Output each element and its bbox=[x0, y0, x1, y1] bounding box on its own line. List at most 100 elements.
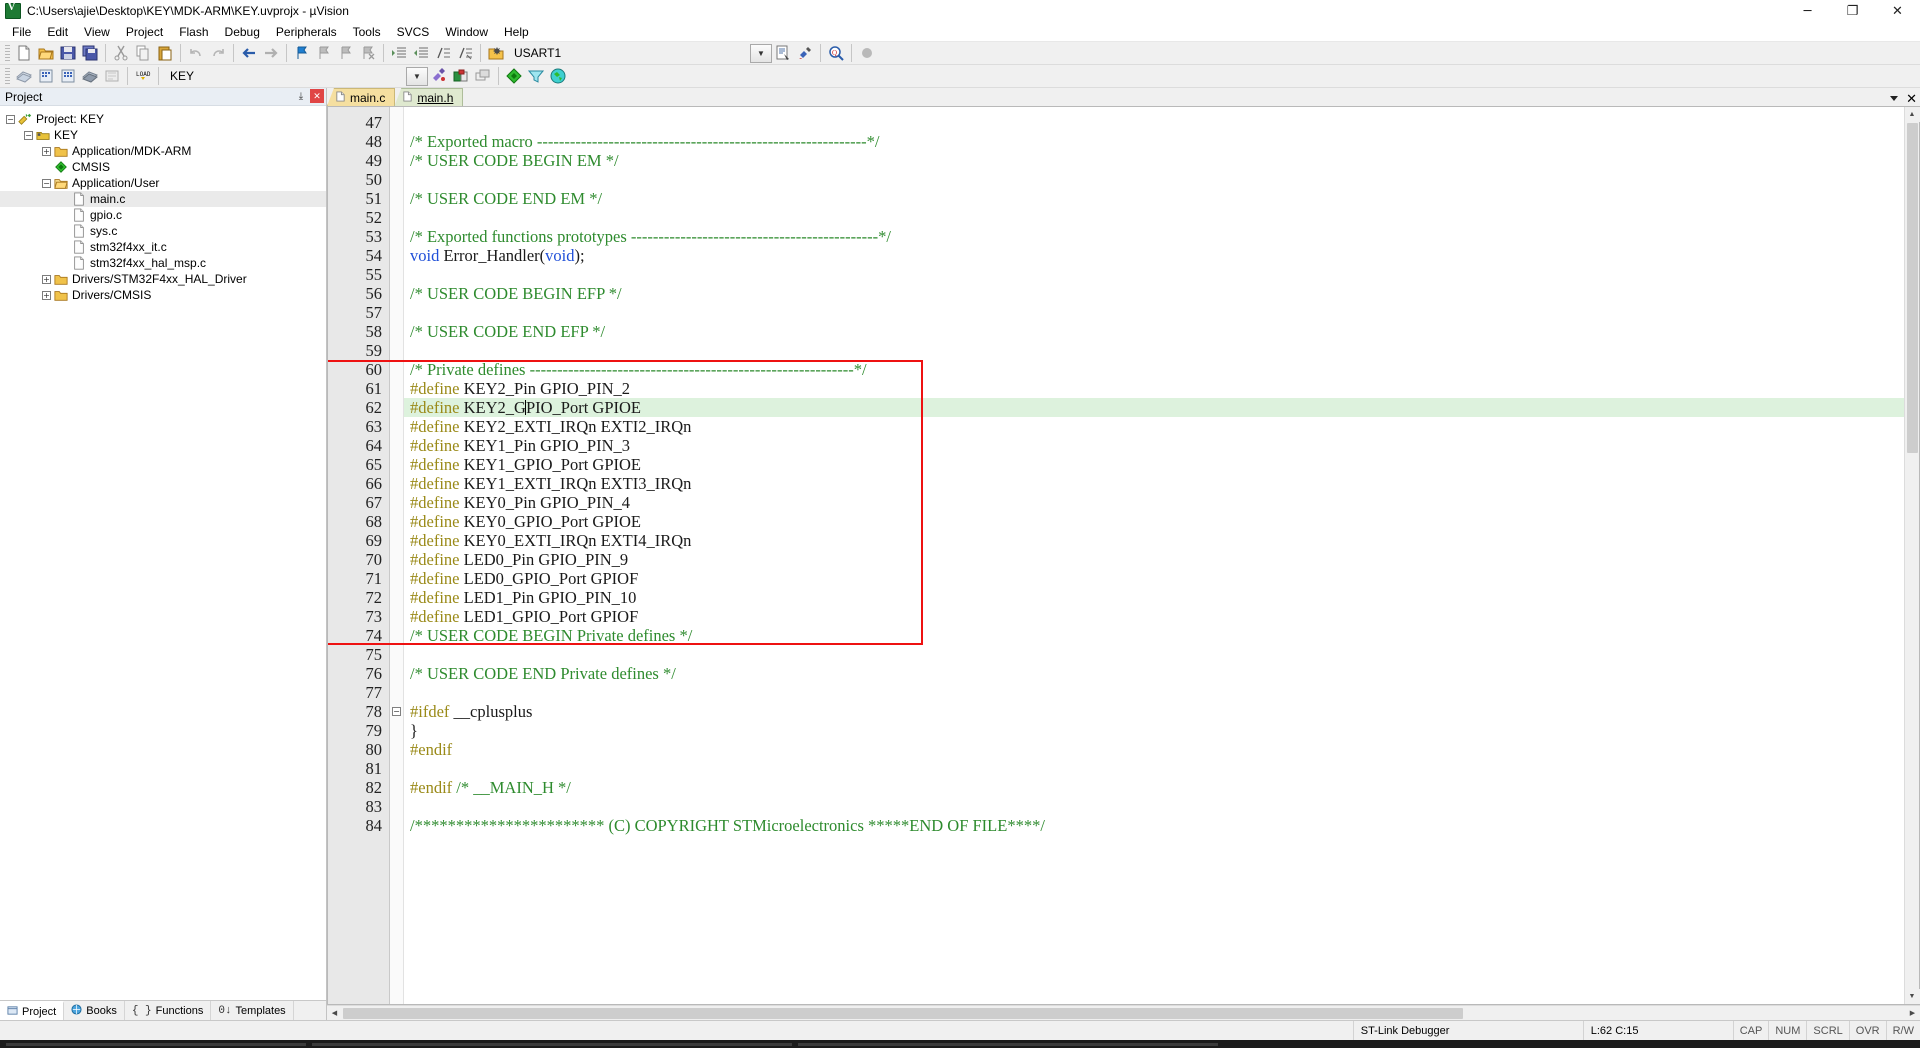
build-output-icon[interactable] bbox=[772, 43, 794, 64]
expander-icon[interactable]: − bbox=[6, 114, 15, 124]
editor-tab-main-c[interactable]: main.c bbox=[327, 88, 396, 106]
tree-item-key-target[interactable]: − KEY bbox=[0, 127, 326, 143]
code-line[interactable]: /* USER CODE BEGIN Private defines */ bbox=[404, 626, 1904, 645]
code-line[interactable]: #endif bbox=[404, 740, 1904, 759]
menu-tools[interactable]: Tools bbox=[345, 23, 389, 41]
code-line[interactable]: #define KEY2_EXTI_IRQn EXTI2_IRQn bbox=[404, 417, 1904, 436]
code-line[interactable] bbox=[404, 208, 1904, 227]
code-line[interactable] bbox=[404, 303, 1904, 322]
rebuild-all-button[interactable] bbox=[57, 66, 79, 87]
redo-button[interactable] bbox=[207, 43, 229, 64]
editor-tab-main-h[interactable]: main.h bbox=[394, 88, 464, 106]
tree-item-gpio-c[interactable]: gpio.c bbox=[0, 207, 326, 223]
code-line[interactable] bbox=[404, 759, 1904, 778]
code-line[interactable] bbox=[404, 645, 1904, 664]
bookmark-next-icon[interactable] bbox=[335, 43, 357, 64]
code-line[interactable] bbox=[404, 113, 1904, 132]
expander-icon[interactable]: − bbox=[24, 130, 33, 140]
indent-right-icon[interactable] bbox=[388, 43, 410, 64]
code-line[interactable] bbox=[404, 265, 1904, 284]
menu-flash[interactable]: Flash bbox=[171, 23, 216, 41]
code-line[interactable]: /* USER CODE END Private defines */ bbox=[404, 664, 1904, 683]
bookmark-toggle-icon[interactable] bbox=[291, 43, 313, 64]
debug-settings-icon[interactable] bbox=[794, 43, 816, 64]
save-all-button[interactable] bbox=[79, 43, 101, 64]
new-file-button[interactable] bbox=[13, 43, 35, 64]
code-line[interactable]: #define LED0_GPIO_Port GPIOF bbox=[404, 569, 1904, 588]
code-line[interactable]: /* Private defines ---------------------… bbox=[404, 360, 1904, 379]
code-line[interactable]: #ifdef __cplusplus bbox=[404, 702, 1904, 721]
scroll-right-button[interactable]: ▶ bbox=[1905, 1006, 1920, 1021]
undo-button[interactable] bbox=[185, 43, 207, 64]
code-line[interactable]: /* USER CODE END EM */ bbox=[404, 189, 1904, 208]
code-line[interactable]: #define KEY0_Pin GPIO_PIN_4 bbox=[404, 493, 1904, 512]
code-line[interactable]: #define KEY1_GPIO_Port GPIOE bbox=[404, 455, 1904, 474]
target-dropdown-icon[interactable]: ▼ bbox=[406, 66, 428, 86]
multi-project-button[interactable] bbox=[472, 66, 494, 87]
minimize-button[interactable]: ─ bbox=[1785, 0, 1830, 22]
code-line[interactable] bbox=[404, 170, 1904, 189]
close-button[interactable]: ✕ bbox=[1875, 0, 1920, 22]
project-tree[interactable]: − Project: KEY − KEY + Application/MDK-A… bbox=[0, 106, 326, 1000]
scroll-thumb-horizontal[interactable] bbox=[343, 1008, 1463, 1019]
menu-help[interactable]: Help bbox=[496, 23, 537, 41]
tree-item-main-c[interactable]: main.c bbox=[0, 191, 326, 207]
tree-item-stm32f4xx-hal-msp-c[interactable]: stm32f4xx_hal_msp.c bbox=[0, 255, 326, 271]
fold-collapse-icon[interactable]: − bbox=[392, 707, 401, 716]
chevron-down-icon[interactable] bbox=[1890, 96, 1899, 101]
close-icon[interactable]: ✕ bbox=[1906, 92, 1917, 105]
menu-file[interactable]: File bbox=[4, 23, 39, 41]
tree-item-stm32f4xx-it-c[interactable]: stm32f4xx_it.c bbox=[0, 239, 326, 255]
configuration-wizard-icon[interactable] bbox=[485, 43, 507, 64]
code-line[interactable]: #endif /* __MAIN_H */ bbox=[404, 778, 1904, 797]
code-line[interactable]: #define KEY1_Pin GPIO_PIN_3 bbox=[404, 436, 1904, 455]
code-line[interactable]: /*********************** (C) COPYRIGHT S… bbox=[404, 816, 1904, 835]
manage-components-button[interactable] bbox=[450, 66, 472, 87]
toolbar-grip[interactable] bbox=[5, 67, 10, 85]
tab-templates[interactable]: 0↓ Templates bbox=[211, 1001, 294, 1020]
maximize-button[interactable]: ❐ bbox=[1830, 0, 1875, 22]
code-line[interactable]: #define KEY2_GPIO_Port GPIOE bbox=[404, 398, 1904, 417]
code-folding-bar[interactable]: − bbox=[390, 107, 404, 1004]
editor-horizontal-scrollbar[interactable]: ◀ ▶ bbox=[327, 1005, 1920, 1020]
filter-button[interactable] bbox=[525, 66, 547, 87]
menu-view[interactable]: View bbox=[76, 23, 118, 41]
expander-icon[interactable]: − bbox=[42, 178, 51, 188]
code-line[interactable]: /* Exported macro ----------------------… bbox=[404, 132, 1904, 151]
pin-icon[interactable]: ⤓ bbox=[294, 89, 308, 103]
navigate-forward-button[interactable] bbox=[260, 43, 282, 64]
code-line[interactable]: } bbox=[404, 721, 1904, 740]
toolbar-grip[interactable] bbox=[5, 44, 10, 62]
uncomment-icon[interactable] bbox=[454, 43, 476, 64]
menu-peripherals[interactable]: Peripherals bbox=[268, 23, 345, 41]
code-line[interactable]: #define LED1_GPIO_Port GPIOF bbox=[404, 607, 1904, 626]
cut-button[interactable] bbox=[110, 43, 132, 64]
download-to-flash-button[interactable]: LOAD bbox=[132, 66, 154, 87]
scroll-thumb[interactable] bbox=[1907, 123, 1918, 453]
close-icon[interactable]: ✕ bbox=[310, 89, 324, 103]
code-line[interactable]: #define KEY0_GPIO_Port GPIOE bbox=[404, 512, 1904, 531]
save-button[interactable] bbox=[57, 43, 79, 64]
menu-debug[interactable]: Debug bbox=[217, 23, 268, 41]
code-line[interactable] bbox=[404, 683, 1904, 702]
comment-icon[interactable] bbox=[432, 43, 454, 64]
code-line[interactable]: #define KEY1_EXTI_IRQn EXTI3_IRQn bbox=[404, 474, 1904, 493]
editor-vertical-scrollbar[interactable]: ▲ ▼ bbox=[1904, 107, 1920, 1004]
translate-file-button[interactable] bbox=[13, 66, 35, 87]
menu-edit[interactable]: Edit bbox=[39, 23, 76, 41]
bookmark-clear-icon[interactable] bbox=[357, 43, 379, 64]
code-line[interactable]: /* USER CODE BEGIN EM */ bbox=[404, 151, 1904, 170]
tab-project[interactable]: Project bbox=[0, 1001, 65, 1020]
indent-left-icon[interactable] bbox=[410, 43, 432, 64]
open-file-button[interactable] bbox=[35, 43, 57, 64]
code-line[interactable]: /* Exported functions prototypes -------… bbox=[404, 227, 1904, 246]
code-view[interactable]: 47 48 49 50 51 52 53 54 55 56 57 58 59 60 61 62 63 64 65 66… bbox=[328, 107, 1904, 1004]
menu-project[interactable]: Project bbox=[118, 23, 171, 41]
menu-svcs[interactable]: SVCS bbox=[389, 23, 438, 41]
pack-installer-button[interactable] bbox=[503, 66, 525, 87]
expander-icon[interactable]: + bbox=[42, 146, 51, 156]
bookmark-prev-icon[interactable] bbox=[313, 43, 335, 64]
code-line[interactable]: #define KEY2_Pin GPIO_PIN_2 bbox=[404, 379, 1904, 398]
tab-functions[interactable]: { } Functions bbox=[125, 1001, 212, 1020]
batch-build-button[interactable] bbox=[79, 66, 101, 87]
